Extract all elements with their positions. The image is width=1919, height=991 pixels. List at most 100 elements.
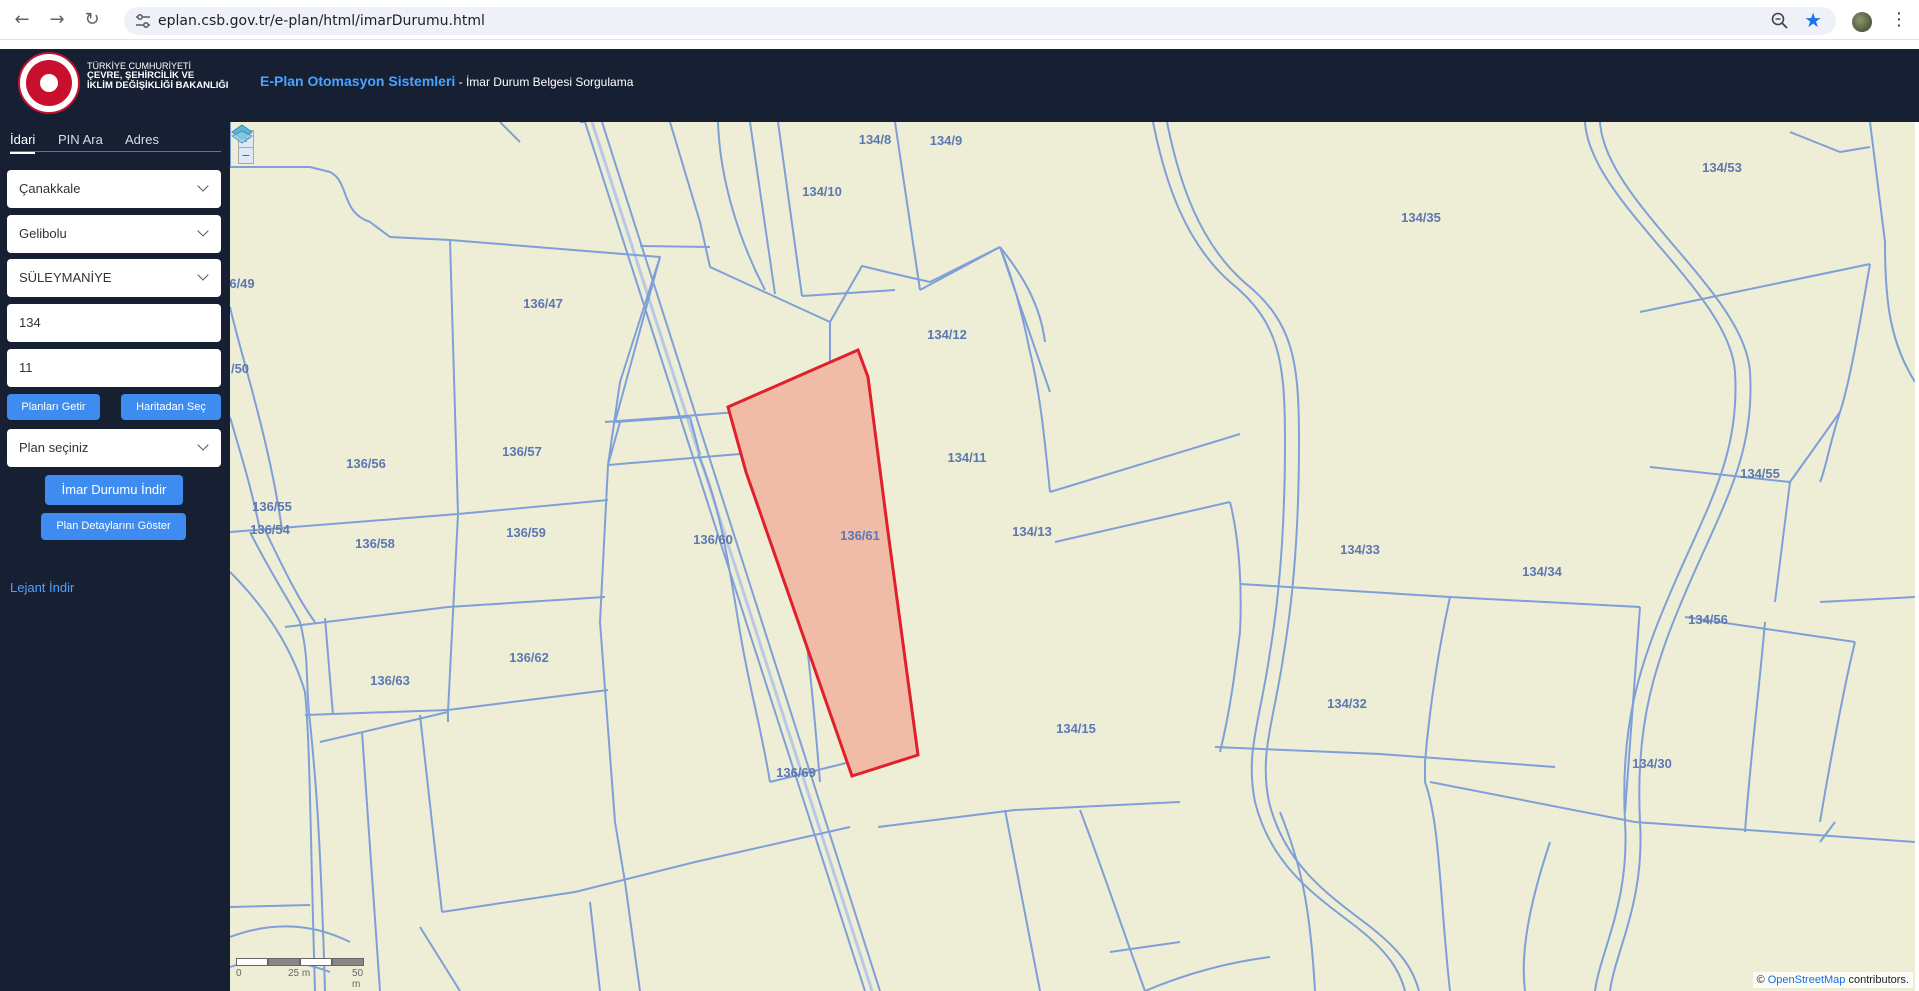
parcel-boundary <box>361 731 381 991</box>
parcel-label: 134/33 <box>1340 542 1380 557</box>
neighborhood-select[interactable]: SÜLEYMANİYE <box>7 259 221 297</box>
parcel-boundary <box>1819 821 1836 843</box>
select-from-map-button[interactable]: Haritadan Seç <box>121 394 221 420</box>
attribution-prefix: © <box>1756 974 1768 986</box>
back-arrow-icon[interactable]: ← <box>10 8 34 32</box>
page-title: E-Plan Otomasyon Sistemleri - İmar Durum… <box>260 73 633 89</box>
block-value: 134 <box>19 315 41 330</box>
block-input[interactable]: 134 <box>7 304 221 342</box>
scale-label-25: 25 m <box>288 968 311 979</box>
more-menu-icon[interactable]: ⋮ <box>1890 10 1908 30</box>
parcel-label: 134/55 <box>1740 466 1780 481</box>
parcel-boundary <box>419 926 461 991</box>
profile-avatar[interactable] <box>1852 12 1872 32</box>
parcel-boundary <box>324 617 334 716</box>
forward-arrow-icon[interactable]: → <box>45 8 69 32</box>
parcel-label: 136/47 <box>523 296 563 311</box>
parcel-boundary <box>1054 501 1231 543</box>
map-canvas[interactable]: 134/9 134/8 134/10 134/35 134/53 6/49 136/47 13… <box>230 122 1915 991</box>
parcel-input[interactable]: 11 <box>7 349 221 387</box>
plan-select-value: Plan seçiniz <box>19 440 89 455</box>
parcel-boundary <box>449 239 459 515</box>
parcel-boundary <box>717 122 766 291</box>
parcel-label: 136/56 <box>346 456 386 471</box>
parcel-boundary <box>624 881 641 991</box>
parcel-boundary <box>447 596 606 608</box>
parcel-boundary <box>1639 263 1871 313</box>
get-plans-button[interactable]: Planları Getir <box>7 394 100 420</box>
parcel-boundary <box>1624 606 1641 813</box>
parcel-label: 134/10 <box>802 184 842 199</box>
address-bar[interactable]: eplan.csb.gov.tr/e-plan/html/imarDurumu.… <box>124 7 1836 35</box>
parcel-boundary <box>777 122 803 297</box>
reload-icon[interactable]: ↻ <box>80 8 104 32</box>
star-icon[interactable]: ★ <box>1804 9 1822 31</box>
province-select[interactable]: Çanakkale <box>7 170 221 208</box>
parcel-boundary <box>230 925 351 943</box>
stream-edge <box>1584 122 1737 991</box>
parcel-boundary <box>447 513 459 713</box>
parcel-label: 134/12 <box>927 327 967 342</box>
parcel-boundary <box>1239 583 1641 608</box>
parcel-boundary <box>230 122 451 241</box>
parcel-boundary <box>419 714 443 913</box>
parcel-boundary <box>1279 811 1316 991</box>
district-select[interactable]: Gelibolu <box>7 215 221 253</box>
parcel-boundary <box>441 826 851 913</box>
parcel-label: 136/69 <box>776 765 816 780</box>
zoom-icon[interactable] <box>1770 11 1790 31</box>
ministry-name: TÜRKİYE CUMHURİYETİ ÇEVRE, ŞEHİRCİLİK VE… <box>87 61 228 91</box>
parcel-boundary <box>1869 122 1915 383</box>
osm-link[interactable]: OpenStreetMap <box>1768 974 1846 986</box>
scale-bar: 0 25 m 50 m <box>236 958 366 990</box>
parcel-label: 134/15 <box>1056 721 1096 736</box>
parcel-boundary <box>264 529 316 623</box>
parcel-boundary <box>447 689 609 711</box>
parcel-label: 134/9 <box>930 133 963 148</box>
tab-adres[interactable]: Adres <box>125 132 159 147</box>
parcel-label: 136/57 <box>502 444 542 459</box>
layers-icon[interactable] <box>230 122 254 146</box>
parcel-label: 136/63 <box>370 673 410 688</box>
plan-select[interactable]: Plan seçiniz <box>7 429 221 467</box>
download-legend-link[interactable]: Lejant İndir <box>10 580 74 595</box>
site-info-icon[interactable] <box>134 12 152 30</box>
parcel-boundary <box>319 711 449 743</box>
parcel-label: /50 <box>231 361 249 376</box>
parcel-label: 136/62 <box>509 650 549 665</box>
parcel-boundary <box>449 239 661 466</box>
tab-idari[interactable]: İdari <box>10 132 36 154</box>
parcel-label: 6/49 <box>230 276 255 291</box>
parcel-boundary <box>457 499 609 515</box>
parcel-boundary <box>1424 762 1451 991</box>
parcel-boundary <box>304 709 449 716</box>
scale-label-0: 0 <box>236 968 242 979</box>
download-zoning-status-button[interactable]: İmar Durumu İndir <box>45 475 183 505</box>
parcel-boundary <box>1029 351 1051 493</box>
parcel-boundary <box>230 904 311 908</box>
chevron-down-icon <box>197 439 209 451</box>
scale-segment <box>236 958 268 966</box>
parcel-boundary <box>639 245 711 248</box>
parcel-boundary <box>230 306 283 531</box>
chevron-down-icon <box>197 269 209 281</box>
stream-edge <box>1599 122 1752 991</box>
tab-bar: İdari PIN Ara Adres <box>10 128 221 154</box>
parcel-boundary <box>1109 941 1181 953</box>
district-value: Gelibolu <box>19 226 67 241</box>
zoom-out-button[interactable]: − <box>239 147 253 163</box>
parcel-label: 134/34 <box>1522 564 1563 579</box>
attribution-suffix: contributors. <box>1845 974 1909 986</box>
show-plan-details-button[interactable]: Plan Detaylarını Göster <box>41 513 186 540</box>
sidebar: İdari PIN Ara Adres Çanakkale Gelibolu S… <box>0 122 230 991</box>
parcel-boundary <box>1079 809 1146 991</box>
parcel-boundary <box>1839 263 1871 413</box>
parcel-boundary <box>1522 841 1551 991</box>
title-separator: - <box>455 75 466 89</box>
parcel-boundary <box>1049 433 1241 493</box>
tab-pin-ara[interactable]: PIN Ara <box>58 132 103 147</box>
ministry-line-3: İKLİM DEĞİŞİKLİĞİ BAKANLIĞI <box>87 80 229 91</box>
url-text[interactable]: eplan.csb.gov.tr/e-plan/html/imarDurumu.… <box>158 13 485 29</box>
parcel-boundary <box>1789 411 1841 483</box>
cadastral-map[interactable]: 134/9 134/8 134/10 134/35 134/53 6/49 136/47 13… <box>230 122 1915 991</box>
